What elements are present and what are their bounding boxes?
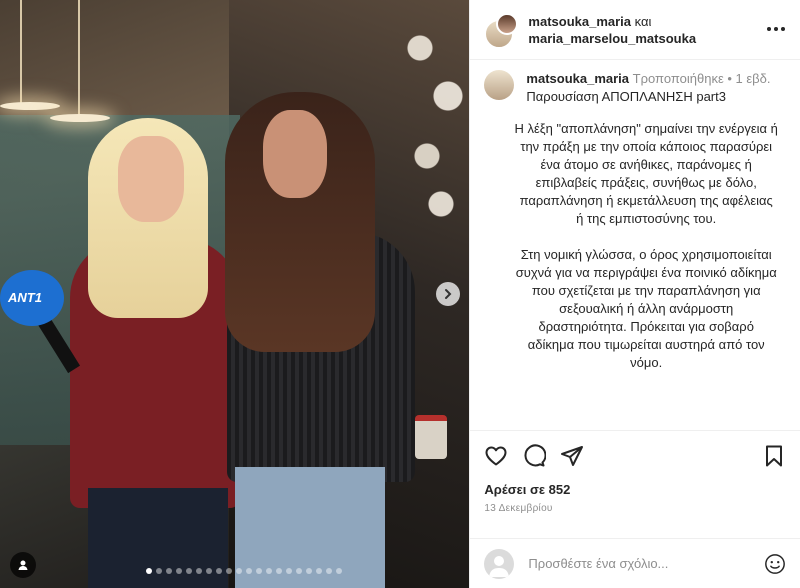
collab-avatars[interactable] [484, 12, 519, 49]
decor-candle [415, 415, 447, 459]
pendant-lamp [0, 102, 60, 110]
carousel-dot [266, 568, 272, 574]
avatar [496, 12, 519, 35]
person-blonde [70, 118, 245, 588]
user-icon [489, 555, 510, 577]
carousel-dot [286, 568, 292, 574]
caption-paragraph: Η λέξη "αποπλάνηση" σημαίνει την ενέργει… [514, 121, 778, 226]
microphone-logo: ANT1 [8, 290, 42, 305]
carousel-dot [326, 568, 332, 574]
action-bar [470, 430, 800, 480]
bookmark-icon[interactable] [762, 444, 786, 468]
more-horizontal-icon [767, 27, 785, 31]
post-media[interactable]: ANT1 [0, 0, 470, 588]
post-date: 13 Δεκεμβρίου [484, 503, 553, 514]
carousel-dot [236, 568, 242, 574]
carousel-dot [216, 568, 222, 574]
caption-title: Παρουσίαση ΑΠΟΠΛΑΝΗΣΗ part3 [526, 89, 726, 104]
carousel-dot [186, 568, 192, 574]
carousel-dot [336, 568, 342, 574]
carousel-dot [176, 568, 182, 574]
like-count[interactable]: Αρέσει σε 852 [470, 480, 800, 497]
post-viewer: ANT1 matsouka_maria και maria_marselou_m… [0, 0, 800, 588]
comment-input[interactable] [526, 555, 764, 572]
carousel-dot [276, 568, 282, 574]
caption-text: Η λέξη "αποπλάνηση" σημαίνει την ενέργει… [484, 120, 786, 372]
lamp-wire [78, 0, 80, 116]
author-username[interactable]: matsouka_maria [528, 14, 631, 29]
comment-icon[interactable] [522, 443, 547, 468]
conjunction: και [634, 13, 652, 29]
caption-meta: Τροποποιήθηκε • 1 εβδ. [632, 71, 771, 86]
collab-names: matsouka_maria και maria_marselou_matsou… [528, 13, 766, 47]
carousel-dot [306, 568, 312, 574]
comment-bar [470, 538, 800, 588]
caption-username[interactable]: matsouka_maria [526, 71, 629, 86]
emoji-icon[interactable] [764, 553, 786, 575]
caption-area[interactable]: matsouka_maria Τροποποιήθηκε • 1 εβδ. Πα… [470, 60, 800, 430]
carousel-dot [246, 568, 252, 574]
carousel-dot [146, 568, 152, 574]
lamp-wire [20, 0, 22, 104]
post-header: matsouka_maria και maria_marselou_matsou… [470, 0, 800, 60]
carousel-dot [256, 568, 262, 574]
carousel-dot [196, 568, 202, 574]
carousel-dot [226, 568, 232, 574]
carousel-dot [296, 568, 302, 574]
carousel-next-button[interactable] [436, 282, 460, 306]
carousel-dot [156, 568, 162, 574]
more-options-button[interactable] [766, 16, 786, 43]
send-icon[interactable] [560, 444, 584, 468]
caption-paragraph: Στη νομική γλώσσα, ο όρος χρησιμοποιείτα… [515, 247, 777, 370]
chevron-right-icon [445, 289, 452, 299]
carousel-indicators [146, 568, 342, 574]
carousel-dot [316, 568, 322, 574]
carousel-dot [206, 568, 212, 574]
carousel-dot [166, 568, 172, 574]
coauthor-username[interactable]: maria_marselou_matsouka [528, 31, 696, 46]
tagged-users-button[interactable] [10, 552, 36, 578]
heart-icon[interactable] [484, 444, 508, 468]
user-icon [18, 560, 28, 570]
avatar[interactable] [484, 70, 515, 100]
post-panel: matsouka_maria και maria_marselou_matsou… [469, 0, 800, 588]
person-brunette [225, 92, 425, 588]
avatar [484, 548, 515, 579]
